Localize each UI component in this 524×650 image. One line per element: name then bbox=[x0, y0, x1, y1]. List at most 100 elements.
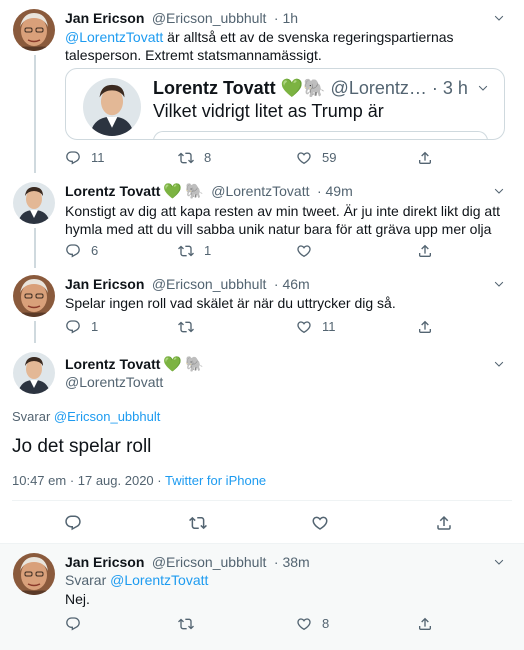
share-button[interactable] bbox=[417, 318, 443, 336]
like-button[interactable] bbox=[311, 514, 329, 532]
user-handle[interactable]: @Ericson_ubbhult bbox=[152, 276, 267, 292]
focused-actions bbox=[0, 514, 524, 534]
display-name[interactable]: Jan Ericson bbox=[65, 554, 144, 570]
like-icon bbox=[296, 319, 312, 335]
share-button[interactable] bbox=[435, 514, 453, 532]
tweet-header: Lorentz Tovatt 💚 🐘 bbox=[65, 356, 207, 374]
chevron-down-icon[interactable] bbox=[474, 81, 492, 95]
tweet-time[interactable]: · 1h bbox=[274, 10, 298, 26]
quoted-text: Vilket vidrigt litet as Trump är bbox=[153, 101, 384, 121]
like-icon bbox=[311, 514, 329, 532]
tweet-time[interactable]: · 46m bbox=[274, 276, 310, 292]
share-button[interactable] bbox=[417, 242, 443, 260]
tweet-header: Jan Ericson @Ericson_ubbhult · 46m bbox=[65, 276, 313, 294]
avatar[interactable] bbox=[13, 9, 55, 51]
retweet-button[interactable] bbox=[178, 615, 204, 633]
green-heart-icon: 💚 bbox=[280, 78, 304, 98]
like-button[interactable]: 11 bbox=[296, 318, 336, 336]
avatar[interactable] bbox=[13, 352, 55, 394]
user-handle[interactable]: @Ericson_ubbhult bbox=[152, 554, 267, 570]
avatar[interactable] bbox=[13, 275, 55, 317]
share-icon bbox=[417, 243, 433, 259]
tweet-text: Jo det spelar roll bbox=[12, 436, 152, 457]
avatar[interactable] bbox=[13, 182, 55, 224]
retweet-button[interactable]: 1 bbox=[178, 242, 211, 260]
timestamp[interactable]: 10:47 em · 17 aug. 2020 bbox=[12, 473, 154, 488]
tweet-time[interactable]: · 49m bbox=[317, 183, 353, 199]
reply-to-link[interactable]: @LorentzTovatt bbox=[110, 572, 208, 588]
chevron-down-icon[interactable] bbox=[490, 357, 508, 371]
tweet-actions: 1 11 bbox=[63, 318, 524, 336]
share-icon bbox=[417, 150, 433, 166]
like-icon bbox=[296, 243, 312, 259]
chevron-down-icon[interactable] bbox=[490, 277, 508, 291]
retweet-button[interactable] bbox=[178, 318, 204, 336]
quoted-tweet[interactable]: Lorentz Tovatt 💚🐘 @Lorentz… · 3 h Vilket… bbox=[65, 68, 505, 140]
reply-icon bbox=[65, 616, 81, 632]
quoted-display-name: Lorentz Tovatt bbox=[153, 78, 276, 98]
reply-button[interactable]: 6 bbox=[65, 242, 98, 260]
retweet-icon bbox=[178, 150, 194, 166]
like-icon bbox=[296, 150, 312, 166]
share-button[interactable] bbox=[417, 615, 443, 633]
chevron-down-icon[interactable] bbox=[490, 555, 508, 569]
like-button[interactable]: 59 bbox=[296, 149, 336, 167]
chevron-down-icon[interactable] bbox=[490, 11, 508, 25]
tweet-header: Jan Ericson @Ericson_ubbhult · 1h bbox=[65, 10, 301, 28]
divider bbox=[12, 500, 512, 501]
client-link[interactable]: Twitter for iPhone bbox=[165, 473, 266, 488]
user-handle[interactable]: @Ericson_ubbhult bbox=[152, 10, 267, 26]
display-name[interactable]: Jan Ericson bbox=[65, 276, 144, 292]
quoted-avatar bbox=[83, 78, 141, 136]
tweet-header: Lorentz Tovatt 💚 🐘 @LorentzTovatt · 49m bbox=[65, 183, 356, 201]
display-name[interactable]: Lorentz Tovatt bbox=[65, 356, 160, 372]
quoted-header: Lorentz Tovatt 💚🐘 @Lorentz… · 3 h bbox=[153, 78, 468, 99]
reply-tweet[interactable]: Jan Ericson @Ericson_ubbhult · 38m Svara… bbox=[0, 543, 524, 650]
mention-link[interactable]: @LorentzTovatt bbox=[65, 29, 163, 45]
user-handle[interactable]: @LorentzTovatt bbox=[65, 374, 163, 390]
elephant-icon: 🐘 bbox=[185, 356, 204, 373]
reply-to-link[interactable]: @Ericson_ubbhult bbox=[54, 409, 160, 424]
retweet-icon bbox=[178, 243, 194, 259]
green-heart-icon: 💚 bbox=[163, 356, 183, 373]
retweet-button[interactable]: 8 bbox=[178, 149, 211, 167]
tweet-text: @LorentzTovatt är alltså ett av de svens… bbox=[65, 29, 454, 63]
reply-icon bbox=[65, 243, 81, 259]
share-icon bbox=[417, 319, 433, 335]
retweet-button[interactable] bbox=[189, 514, 207, 532]
user-handle[interactable]: @LorentzTovatt bbox=[211, 183, 309, 199]
reply-icon bbox=[65, 319, 81, 335]
like-button[interactable] bbox=[296, 242, 322, 260]
reply-button[interactable]: 1 bbox=[65, 318, 98, 336]
like-button[interactable]: 8 bbox=[296, 615, 329, 633]
reply-button[interactable] bbox=[64, 514, 82, 532]
like-icon bbox=[296, 616, 312, 632]
display-name[interactable]: Lorentz Tovatt bbox=[65, 183, 160, 199]
tweet-1[interactable]: Jan Ericson @Ericson_ubbhult · 1h @Loren… bbox=[0, 0, 524, 176]
quoted-media-edge bbox=[153, 131, 488, 139]
green-heart-icon: 💚 bbox=[163, 183, 183, 200]
tweet-3[interactable]: Jan Ericson @Ericson_ubbhult · 46m Spela… bbox=[0, 268, 524, 343]
tweet-actions: 8 bbox=[63, 615, 524, 633]
reply-button[interactable]: 11 bbox=[65, 149, 105, 167]
tweet-2[interactable]: Lorentz Tovatt 💚 🐘 @LorentzTovatt · 49m Ko… bbox=[0, 176, 524, 268]
tweet-text: Nej. bbox=[65, 591, 90, 607]
display-name[interactable]: Jan Ericson bbox=[65, 10, 144, 26]
reply-icon bbox=[64, 514, 82, 532]
reply-button[interactable] bbox=[65, 615, 91, 633]
retweet-icon bbox=[178, 319, 194, 335]
quoted-handle: @Lorentz… bbox=[330, 78, 427, 98]
avatar[interactable] bbox=[13, 553, 55, 595]
tweet-header: Jan Ericson @Ericson_ubbhult · 38m bbox=[65, 554, 313, 572]
reply-context: Svarar @Ericson_ubbhult bbox=[12, 409, 161, 424]
tweet-time[interactable]: · 38m bbox=[274, 554, 310, 570]
share-icon bbox=[417, 616, 433, 632]
tweet-meta: 10:47 em · 17 aug. 2020 · Twitter for iP… bbox=[12, 473, 267, 488]
thread-line bbox=[34, 228, 36, 268]
reply-icon bbox=[65, 150, 81, 166]
reply-context: Svarar @LorentzTovatt bbox=[65, 572, 209, 588]
chevron-down-icon[interactable] bbox=[490, 184, 508, 198]
thread-line bbox=[34, 321, 36, 343]
tweet-text: Spelar ingen roll vad skälet är när du u… bbox=[65, 295, 396, 311]
share-button[interactable] bbox=[417, 149, 443, 167]
